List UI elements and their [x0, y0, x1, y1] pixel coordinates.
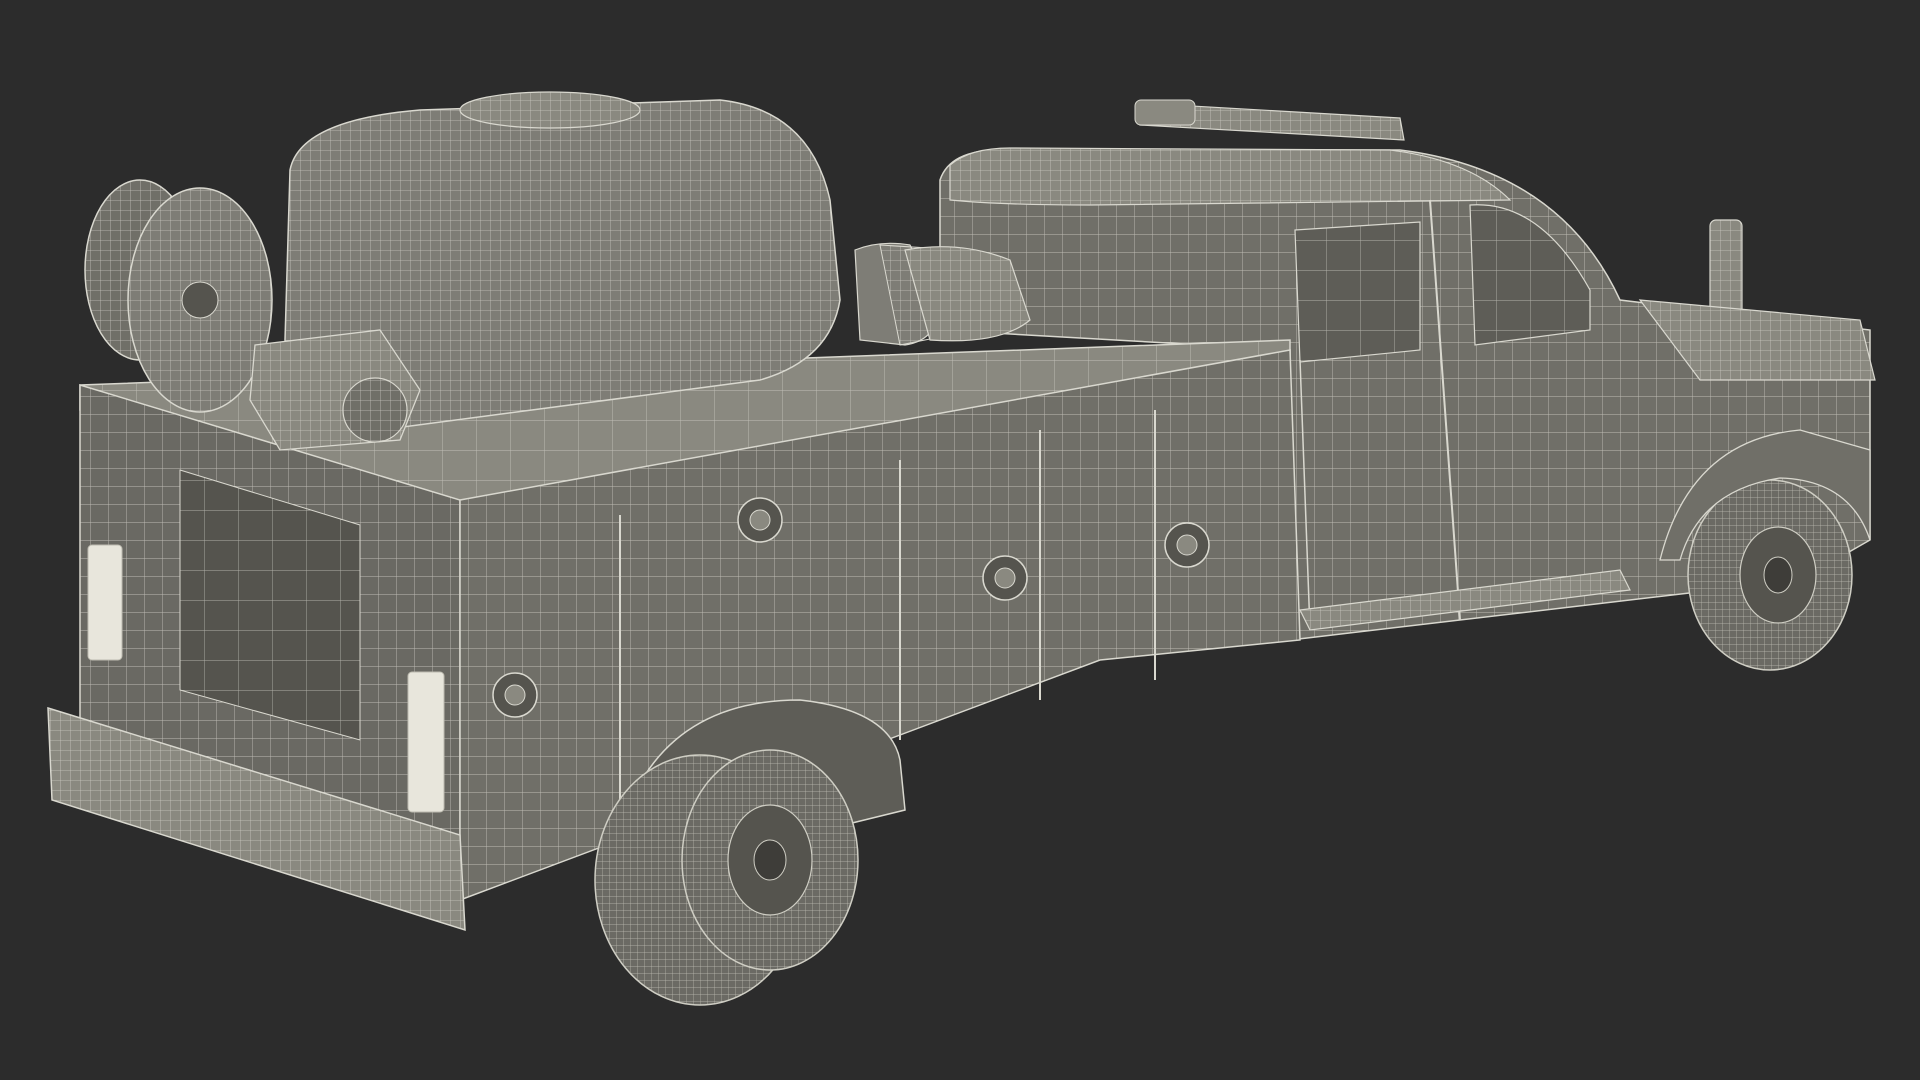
compartment-lock-2 — [982, 555, 1028, 601]
render-viewport — [0, 0, 1920, 1080]
compartment-lock-4 — [492, 672, 538, 718]
mid-hose-reel — [854, 242, 1031, 346]
rear-light-right — [407, 671, 445, 813]
rear-light-left — [87, 544, 123, 661]
compartment-lock-3 — [1164, 522, 1210, 568]
compartment-lock-1 — [737, 497, 783, 543]
truck-wireframe-render — [0, 0, 1920, 1080]
